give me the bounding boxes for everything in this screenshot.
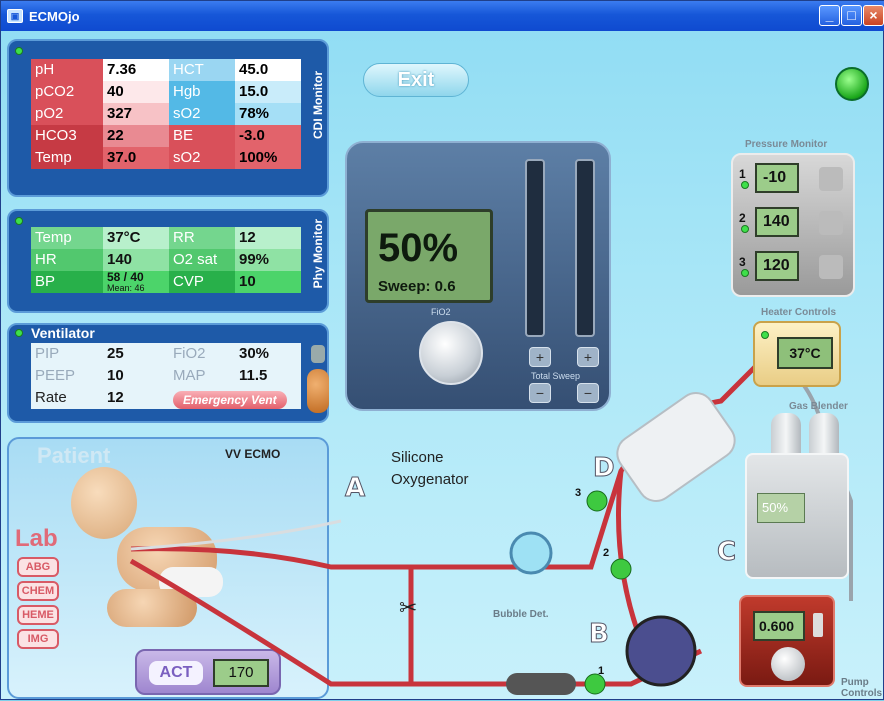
port-2-number: 2 [603, 547, 610, 559]
port-3-number: 3 [575, 487, 582, 499]
sample-line [130, 519, 342, 551]
pressure-monitor-title: Pressure Monitor [745, 139, 828, 150]
bubble-detector-icon [509, 531, 553, 575]
fio2-value: 50% [378, 226, 459, 270]
port-d-label[interactable]: D [593, 453, 616, 484]
fio2-knob-label: FiO2 [431, 307, 451, 317]
oxygenator-label-2: Oxygenator [391, 471, 469, 488]
pressure-2-settings-icon[interactable] [819, 211, 843, 235]
port-1-icon [584, 673, 606, 695]
exit-button[interactable]: Exit [363, 63, 469, 97]
bladder-icon [506, 673, 576, 695]
oxygenator-label-1: Silicone [391, 449, 444, 466]
status-led [761, 331, 769, 339]
sweep-plus-button[interactable]: + [577, 347, 599, 367]
pressure-3-value: 120 [755, 251, 799, 281]
pump-knob[interactable] [771, 647, 805, 681]
status-led [741, 269, 749, 277]
pressure-2-value: 140 [755, 207, 799, 237]
bubble-detector-label: Bubble Det. [493, 609, 549, 620]
total-sweep-label: Total Sweep [531, 371, 581, 381]
sweep-minus-button[interactable]: − [577, 383, 599, 403]
gas-blender-title: Gas Blender [789, 401, 848, 412]
pump-switch-icon[interactable] [813, 613, 823, 637]
port-1-number: 1 [598, 665, 605, 677]
fio2-knob[interactable] [419, 321, 483, 385]
pressure-index: 2 [739, 211, 746, 225]
status-led [741, 181, 749, 189]
pump-panel: 0.600 [739, 595, 835, 687]
oxygenator-icon [616, 392, 736, 502]
pump-line [616, 470, 644, 642]
pressure-1-settings-icon[interactable] [819, 167, 843, 191]
fio2-display: 50% Sweep: 0.6 [365, 209, 493, 303]
pump-head-icon [625, 615, 697, 687]
port-c-label[interactable]: C [716, 537, 736, 568]
pump-controls-title: Pump Controls [841, 677, 883, 699]
pressure-monitor-panel: 1 -10 2 140 3 120 [731, 153, 855, 297]
sweep-value: Sweep: 0.6 [378, 278, 456, 295]
pressure-index: 1 [739, 167, 746, 181]
sweep-gauge [575, 159, 595, 337]
port-2-icon [610, 558, 632, 580]
port-b-label[interactable]: B [589, 619, 610, 650]
fio2-gauge [525, 159, 545, 337]
venous-line [129, 558, 703, 687]
clamp-scissors-icon[interactable]: ✂ [399, 595, 417, 621]
sweep-blender-panel: 50% Sweep: 0.6 FiO2 Total Sweep + + − − [345, 141, 611, 411]
pressure-3-settings-icon[interactable] [819, 255, 843, 279]
gas-blender-panel: 50% [745, 453, 849, 579]
pump-flow-value: 0.600 [753, 611, 805, 641]
pressure-1-value: -10 [755, 163, 799, 193]
heater-title: Heater Controls [761, 307, 837, 318]
fio2-minus-button[interactable]: − [529, 383, 551, 403]
status-light-icon [835, 67, 869, 101]
heater-panel: 37°C [753, 321, 841, 387]
status-led [741, 225, 749, 233]
port-a-label[interactable]: A [344, 473, 365, 504]
ecmo-window: ▣ ECMOjo _ □ × pH 7.36 HCT 45.0 pCO2 40 … [0, 0, 884, 700]
gas-blender-value: 50% [757, 493, 805, 523]
port-3-icon [586, 490, 608, 512]
fio2-plus-button[interactable]: + [529, 347, 551, 367]
heater-value: 37°C [777, 337, 833, 369]
pressure-index: 3 [739, 255, 746, 269]
